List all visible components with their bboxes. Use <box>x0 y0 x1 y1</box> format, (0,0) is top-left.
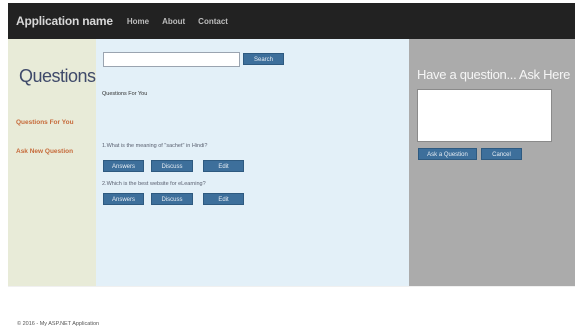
question-text: 2.Which is the best website for eLearnin… <box>102 181 206 187</box>
question-textarea[interactable] <box>417 89 552 142</box>
discuss-button[interactable]: Discuss <box>151 160 193 172</box>
answers-button[interactable]: Answers <box>103 160 144 172</box>
discuss-button[interactable]: Discuss <box>151 193 193 205</box>
answers-button[interactable]: Answers <box>103 193 144 205</box>
edit-button[interactable]: Edit <box>203 160 244 172</box>
search-button[interactable]: Search <box>243 53 284 65</box>
nav-home-link[interactable]: Home <box>127 17 149 26</box>
questions-panel: Search Questions For You 1.What is the m… <box>96 39 409 286</box>
footer-divider <box>8 286 575 287</box>
footer-copyright: © 2016 - My ASP.NET Application <box>17 321 100 327</box>
section-heading: Questions For You <box>102 91 148 97</box>
cancel-button[interactable]: Cancel <box>481 148 522 160</box>
app-brand[interactable]: Application name <box>16 14 113 28</box>
ask-panel-title: Have a question... Ask Here <box>417 67 571 82</box>
top-navbar: Application name Home About Contact <box>8 3 575 39</box>
nav-contact-link[interactable]: Contact <box>198 17 228 26</box>
nav-about-link[interactable]: About <box>162 17 185 26</box>
sidebar-item-questions-for-you[interactable]: Questions For You <box>16 119 74 126</box>
ask-question-panel: Have a question... Ask Here Ask a Questi… <box>409 39 575 286</box>
sidebar: Questions Questions For You Ask New Ques… <box>8 39 96 286</box>
ask-question-button[interactable]: Ask a Question <box>418 148 477 160</box>
search-input[interactable] <box>103 52 240 67</box>
question-text: 1.What is the meaning of "sachet" in Hin… <box>102 143 208 149</box>
edit-button[interactable]: Edit <box>203 193 244 205</box>
sidebar-title: Questions <box>19 66 96 86</box>
sidebar-item-ask-new-question[interactable]: Ask New Question <box>16 148 73 155</box>
